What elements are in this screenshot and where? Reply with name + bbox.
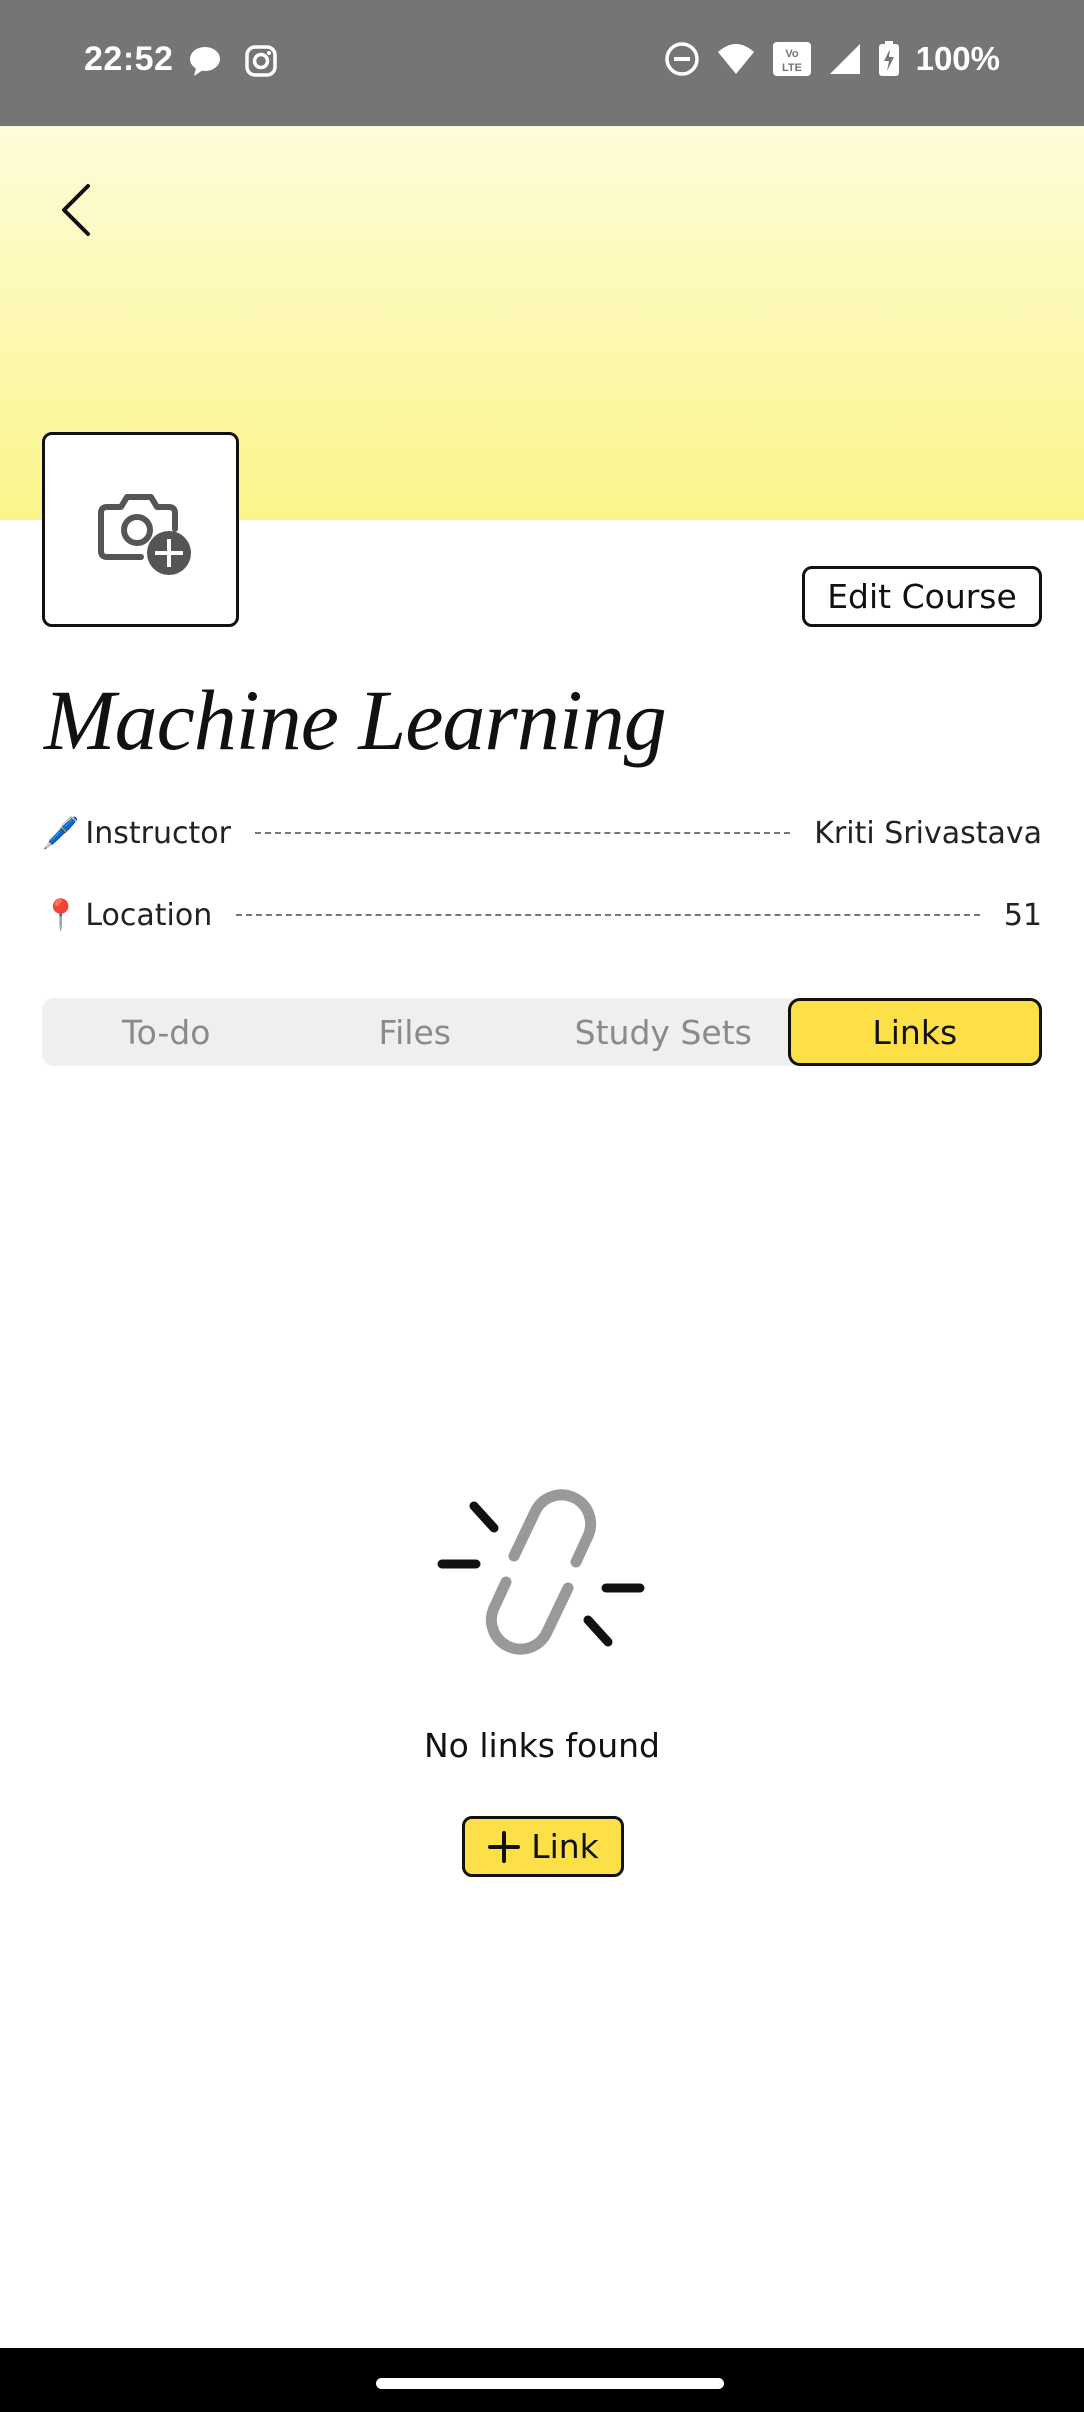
add-link-label: Link <box>531 1827 599 1866</box>
location-row: 📍 Location 51 <box>42 892 1042 938</box>
instructor-value: Kriti Srivastava <box>814 815 1042 851</box>
empty-state-message: No links found <box>424 1726 660 1765</box>
dashed-divider <box>254 832 791 834</box>
tab-todo[interactable]: To-do <box>42 998 291 1066</box>
course-cover-picker[interactable] <box>42 432 239 627</box>
add-link-button[interactable]: Link <box>462 1816 624 1877</box>
do-not-disturb-icon <box>664 42 699 76</box>
signal-icon <box>829 44 860 74</box>
pin-icon: 📍 <box>42 898 80 932</box>
wifi-icon <box>717 44 754 74</box>
chat-bubble-icon <box>190 47 220 76</box>
chevron-left-icon <box>62 184 90 236</box>
edit-course-button[interactable]: Edit Course <box>802 566 1042 627</box>
svg-text:LTE: LTE <box>782 62 802 74</box>
instructor-row: 🖊️ Instructor Kriti Srivastava <box>42 810 1042 856</box>
status-bar: 22:52 Vo LTE 100% <box>0 0 1084 126</box>
plus-icon <box>488 1830 521 1863</box>
tab-study-sets[interactable]: Study Sets <box>539 998 788 1066</box>
home-indicator[interactable] <box>376 2378 724 2389</box>
broken-link-icon <box>437 1489 645 1655</box>
battery-percentage: 100% <box>915 40 1000 77</box>
status-time: 22:52 <box>84 40 174 78</box>
volte-icon: Vo LTE <box>772 42 811 76</box>
course-tabs: To-do Files Study Sets Links <box>42 998 1042 1066</box>
tab-links[interactable]: Links <box>787 998 1042 1066</box>
status-system-icons: Vo LTE 100% <box>664 40 1000 78</box>
svg-text:Vo: Vo <box>785 48 799 60</box>
status-notification-icons <box>188 44 278 78</box>
location-label: Location <box>85 897 213 933</box>
battery-charging-icon <box>878 41 899 76</box>
location-value: 51 <box>1003 897 1042 933</box>
pen-icon: 🖊️ <box>42 816 80 850</box>
instagram-icon <box>245 45 277 77</box>
course-title: Machine Learning <box>44 672 667 768</box>
instructor-label: Instructor <box>85 815 231 851</box>
back-button[interactable] <box>52 180 102 240</box>
dashed-divider <box>236 914 980 916</box>
tab-files[interactable]: Files <box>291 998 540 1066</box>
camera-add-icon <box>98 494 191 575</box>
